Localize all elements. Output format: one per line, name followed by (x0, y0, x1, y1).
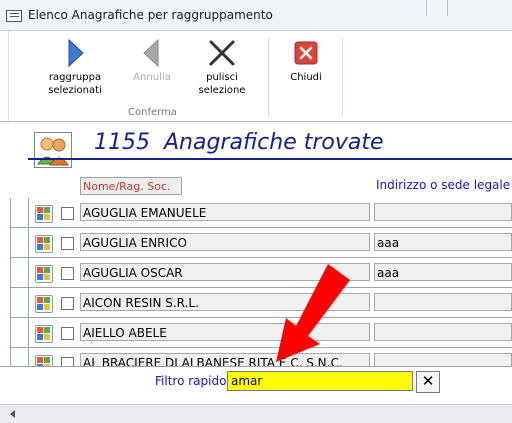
filter-bar: Filtro rapido ✕ (0, 366, 512, 405)
clear-filter-button[interactable]: ✕ (416, 371, 440, 393)
window-controls[interactable] (447, 0, 508, 16)
record-selector[interactable] (10, 288, 29, 318)
list-item[interactable]: AGUGLIA ENRICO aaa (0, 228, 512, 258)
eraser-x-icon (206, 37, 238, 69)
annulla-label: Annulla (133, 72, 171, 83)
annulla-button[interactable]: Annulla (122, 37, 182, 84)
list-item[interactable]: AICON RESIN S.R.L. (0, 288, 512, 318)
ribbon: raggruppa selezionati Annulla pulisci se… (0, 31, 512, 122)
title-bar: Elenco Anagrafiche per raggruppamento (0, 0, 512, 31)
list-item[interactable]: AGUGLIA EMANUELE (0, 198, 512, 228)
tiles-icon[interactable] (35, 265, 53, 283)
address-field[interactable] (374, 203, 512, 221)
horizontal-scrollbar[interactable] (0, 404, 512, 423)
tiles-icon[interactable] (35, 295, 53, 313)
row-checkbox[interactable] (61, 357, 74, 366)
address-field[interactable]: aaa (374, 263, 512, 281)
address-field[interactable] (374, 293, 512, 311)
tiles-icon[interactable] (35, 205, 53, 223)
arrow-left-icon (136, 37, 168, 69)
row-checkbox[interactable] (61, 207, 74, 220)
name-field[interactable]: AGUGLIA ENRICO (80, 233, 370, 251)
list-item[interactable]: AL BRACIERE DI ALBANESE RITA E C. S.N.C. (0, 348, 512, 366)
ribbon-group-label: Conferma (128, 107, 177, 118)
row-checkbox[interactable] (61, 267, 74, 280)
group-separator-2 (342, 37, 343, 117)
filtro-rapido-label: Filtro rapido (155, 374, 227, 388)
record-selector[interactable] (10, 228, 29, 258)
records-list: AGUGLIA EMANUELE AGUGLIA ENRICO aaa AGUG… (0, 198, 512, 366)
row-checkbox[interactable] (61, 327, 74, 340)
row-checkbox[interactable] (61, 297, 74, 310)
record-selector[interactable] (10, 318, 29, 348)
close-icon (290, 37, 322, 69)
tiles-icon[interactable] (35, 235, 53, 253)
column-header-indirizzo: Indirizzo o sede legale (376, 178, 511, 192)
raggruppa-button[interactable]: raggruppa selezionati (40, 37, 110, 97)
tiles-icon[interactable] (35, 325, 53, 343)
address-field[interactable] (374, 323, 512, 341)
record-selector[interactable] (10, 348, 29, 366)
result-count: 1155 Anagrafiche trovate (94, 130, 384, 155)
arrow-right-icon (59, 37, 91, 69)
app-icon (6, 10, 22, 22)
scroll-left-icon[interactable] (10, 410, 15, 418)
people-icon (34, 132, 72, 168)
record-selector[interactable] (10, 198, 29, 228)
tiles-icon[interactable] (35, 355, 53, 366)
row-checkbox[interactable] (61, 237, 74, 250)
list-item[interactable]: AIELLO ABELE (0, 318, 512, 348)
address-field[interactable] (374, 353, 512, 366)
list-item[interactable]: AGUGLIA OSCAR aaa (0, 258, 512, 288)
filtro-rapido-input[interactable] (227, 371, 413, 391)
pulisci-button[interactable]: pulisci selezione (190, 37, 254, 97)
pulisci-label: pulisci selezione (198, 72, 246, 96)
header-divider (28, 158, 512, 160)
chiudi-label: Chiudi (290, 72, 322, 83)
record-selector[interactable] (10, 258, 29, 288)
group-separator (268, 37, 269, 117)
form-header: 1155 Anagrafiche trovate Nome/Rag. Soc. … (0, 122, 512, 198)
raggruppa-label: raggruppa selezionati (48, 72, 102, 96)
column-header-nome[interactable]: Nome/Rag. Soc. (80, 177, 182, 195)
ribbon-edge (8, 31, 9, 121)
name-field[interactable]: AGUGLIA EMANUELE (80, 203, 370, 221)
close-icon: ✕ (421, 372, 435, 390)
red-arrow-annotation (276, 264, 350, 362)
chiudi-button[interactable]: Chiudi (278, 37, 334, 84)
window-title: Elenco Anagrafiche per raggruppamento (28, 8, 273, 22)
window-menu-button[interactable] (426, 0, 447, 16)
address-field[interactable]: aaa (374, 233, 512, 251)
